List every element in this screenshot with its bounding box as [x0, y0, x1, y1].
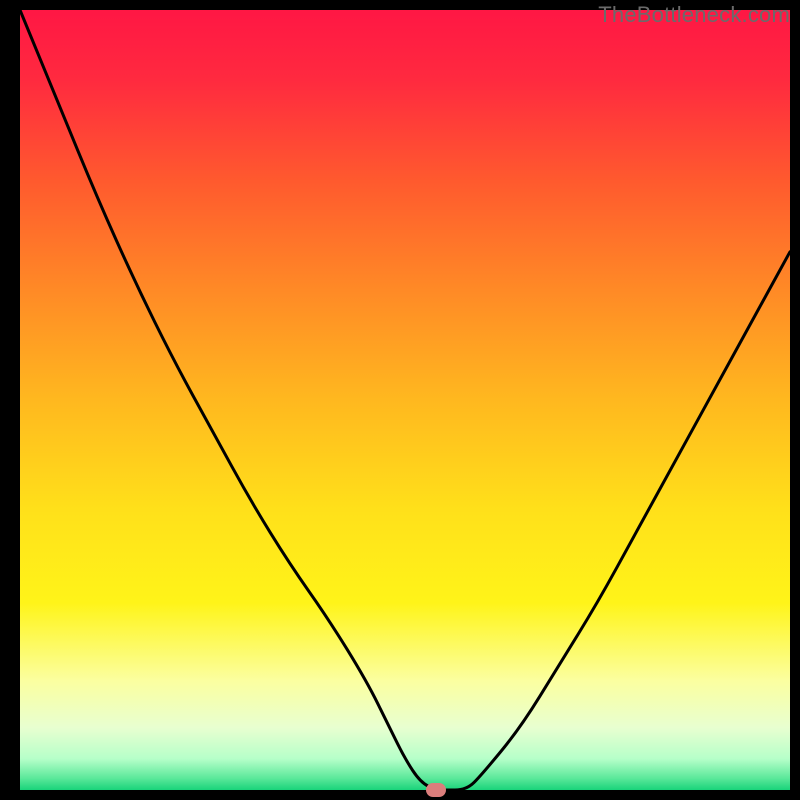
- bottleneck-chart: [20, 10, 790, 790]
- gradient-background: [20, 10, 790, 790]
- chart-frame: TheBottleneck.com: [0, 0, 800, 800]
- optimal-point-marker: [426, 783, 446, 797]
- watermark-text: TheBottleneck.com: [598, 2, 790, 28]
